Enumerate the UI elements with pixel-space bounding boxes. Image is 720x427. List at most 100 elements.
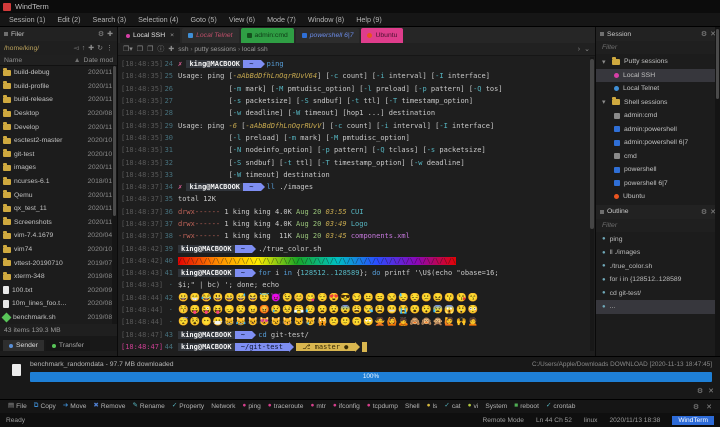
filer-add-icon[interactable]: ✚ — [107, 30, 113, 38]
session-item[interactable]: powershell 6|7 — [596, 177, 720, 191]
file-row[interactable]: vttest-20190710 2019/07/ — [0, 256, 117, 270]
outline-item[interactable]: ● ll ./images — [596, 246, 720, 260]
file-row[interactable]: ncurses-6.1 2018/01/ — [0, 175, 117, 189]
toolbar-reboot[interactable]: ■ reboot — [514, 403, 539, 410]
breadcrumb-item[interactable]: local ssh — [242, 46, 268, 53]
file-row[interactable]: Develop 2020/11/ — [0, 120, 117, 134]
file-row[interactable]: build-debug 2020/11/ — [0, 66, 117, 80]
toolbar-mtr[interactable]: ● mtr — [310, 403, 325, 410]
filer-back-icon[interactable]: ◅ — [73, 44, 78, 52]
file-row[interactable]: 10m_lines_foo.t… 2020/08/ — [0, 297, 117, 311]
filer-column-header[interactable]: Name ▲ Date mod — [0, 55, 117, 66]
terminal-lines[interactable]: [18:48:35] 24 ✗ king@MACBOOK ~ ping [18:48:… — [118, 56, 595, 353]
toolbar-close-icon[interactable]: ✕ — [706, 403, 712, 411]
filer-more-icon[interactable]: ⋮ — [106, 44, 113, 52]
toolbar-traceroute[interactable]: ● traceroute — [268, 403, 304, 410]
outline-item[interactable]: ● ping — [596, 233, 720, 247]
file-row[interactable]: vim74 2020/10/ — [0, 243, 117, 257]
menu-item[interactable]: Selection (4) — [133, 14, 183, 25]
file-row[interactable]: Screenshots 2020/11/ — [0, 216, 117, 230]
file-row[interactable]: esctest2-master 2020/10/ — [0, 134, 117, 148]
tab-close-icon[interactable]: × — [170, 32, 174, 39]
breadcrumb-add-icon[interactable]: ✚ — [168, 45, 174, 53]
file-row[interactable]: qx_test_11 2020/11/ — [0, 202, 117, 216]
toolbar-remove[interactable]: ✖ Remove — [93, 403, 125, 410]
toolbar-ping[interactable]: ● ping — [242, 403, 260, 410]
breadcrumb-expand-icon[interactable]: ⌄ — [584, 45, 590, 53]
file-row[interactable]: Desktop 2020/08/ — [0, 107, 117, 121]
session-item[interactable]: admin:powershell — [596, 123, 720, 137]
toolbar-crontab[interactable]: ✓ crontab — [546, 403, 575, 410]
bottom-tab-transfer[interactable]: Transfer — [45, 340, 90, 351]
file-row[interactable]: vim-7.4.1679 2020/04/ — [0, 229, 117, 243]
sidebar-scrollbar[interactable] — [715, 27, 720, 356]
session-tab[interactable]: powershell 6|7 — [295, 28, 360, 43]
session-tab[interactable]: Local SSH × — [120, 28, 181, 43]
file-row[interactable]: Qemu 2020/11/ — [0, 188, 117, 202]
session-gear-icon[interactable]: ⚙ — [701, 30, 707, 38]
toolbar-tcpdump[interactable]: ● tcpdump — [367, 403, 398, 410]
toolbar-property[interactable]: ✓ Property — [172, 403, 204, 410]
pane-icon[interactable]: ❐ — [137, 45, 143, 53]
menu-item[interactable]: Session (1) — [4, 14, 50, 25]
toolbar-move[interactable]: ➔ Move — [63, 403, 87, 410]
file-row[interactable]: build-profile 2020/11/ — [0, 80, 117, 94]
toolbar-cat[interactable]: ✓ cat — [444, 403, 460, 410]
outline-item[interactable]: ● for i in {128512..128589 — [596, 273, 720, 287]
file-row[interactable]: 100.txt 2020/09/ — [0, 284, 117, 298]
session-tab[interactable]: admin:cmd — [240, 28, 294, 43]
column-date-modified[interactable]: Date mod — [84, 57, 113, 64]
menu-item[interactable]: Search (3) — [88, 14, 132, 25]
transfer-gear-icon[interactable]: ⚙ — [697, 387, 703, 395]
toolbar-ifconfig[interactable]: ● ifconfig — [333, 403, 360, 410]
transfer-close-icon[interactable]: ✕ — [708, 387, 714, 395]
session-group[interactable]: ▾ Putty sessions — [596, 55, 720, 69]
toolbar-system[interactable]: System — [485, 403, 507, 410]
session-item[interactable]: admin:powershell 6|7 — [596, 136, 720, 150]
session-item[interactable]: cmd — [596, 150, 720, 164]
status-app-chip[interactable]: WindTerm — [672, 415, 714, 425]
file-row[interactable]: images 2020/11/ — [0, 161, 117, 175]
info-icon[interactable]: ⓘ — [157, 44, 164, 54]
toolbar-ls[interactable]: ● ls — [427, 403, 438, 410]
session-group[interactable]: ▾ Shell sessions — [596, 96, 720, 110]
session-tab[interactable]: Ubuntu — [361, 28, 404, 43]
file-row[interactable]: build-release 2020/11/ — [0, 93, 117, 107]
file-row[interactable]: git-test 2020/10/ — [0, 148, 117, 162]
session-filter-input[interactable]: Filter — [596, 41, 720, 54]
session-tab[interactable]: Local Telnet — [182, 28, 239, 43]
file-row[interactable]: xterm-348 2019/08/ — [0, 270, 117, 284]
split-view-icon[interactable]: ❐▾ — [123, 45, 133, 53]
toolbar-gear-icon[interactable]: ⚙ — [693, 403, 699, 411]
menu-item[interactable]: View (6) — [224, 14, 260, 25]
menu-item[interactable]: Goto (5) — [185, 14, 221, 25]
session-item[interactable]: Local Telnet — [596, 82, 720, 96]
terminal-scrollbar[interactable] — [590, 57, 594, 351]
toolbar-file[interactable]: ▤ File — [8, 403, 27, 410]
toolbar-network[interactable]: Network — [211, 403, 235, 410]
filer-new-icon[interactable]: ✚ — [88, 44, 94, 52]
pane2-icon[interactable]: ❐ — [147, 45, 153, 53]
toolbar-shell[interactable]: Shell — [405, 403, 420, 410]
breadcrumb-next-icon[interactable]: › — [578, 46, 580, 53]
menu-item[interactable]: Window (8) — [303, 14, 349, 25]
toolbar-rename[interactable]: ✎ Rename — [132, 403, 164, 410]
session-item[interactable]: Ubuntu — [596, 190, 720, 204]
filer-path[interactable]: /home/king/ — [4, 45, 39, 52]
menu-item[interactable]: Help (9) — [351, 14, 387, 25]
column-name[interactable]: Name — [4, 57, 74, 64]
session-item[interactable]: powershell — [596, 163, 720, 177]
outline-item[interactable]: ● ./true_color.sh — [596, 260, 720, 274]
toolbar-vi[interactable]: ● vi — [468, 403, 479, 410]
toolbar-copy[interactable]: ⧉ Copy — [34, 403, 56, 410]
outline-item[interactable]: ●... — [596, 300, 720, 314]
filer-refresh-icon[interactable]: ↻ — [97, 44, 103, 52]
breadcrumb-item[interactable]: putty sessions — [194, 46, 236, 53]
filer-scrollbar[interactable] — [112, 66, 117, 324]
menu-item[interactable]: Edit (2) — [52, 14, 85, 25]
breadcrumb-item[interactable]: ssh — [178, 46, 188, 53]
session-item[interactable]: admin:cmd — [596, 109, 720, 123]
outline-item[interactable]: ● cd git-test/ — [596, 287, 720, 301]
bottom-tab-sender[interactable]: Sender — [3, 340, 44, 351]
file-row[interactable]: benchmark.sh 2019/08/ — [0, 311, 117, 324]
